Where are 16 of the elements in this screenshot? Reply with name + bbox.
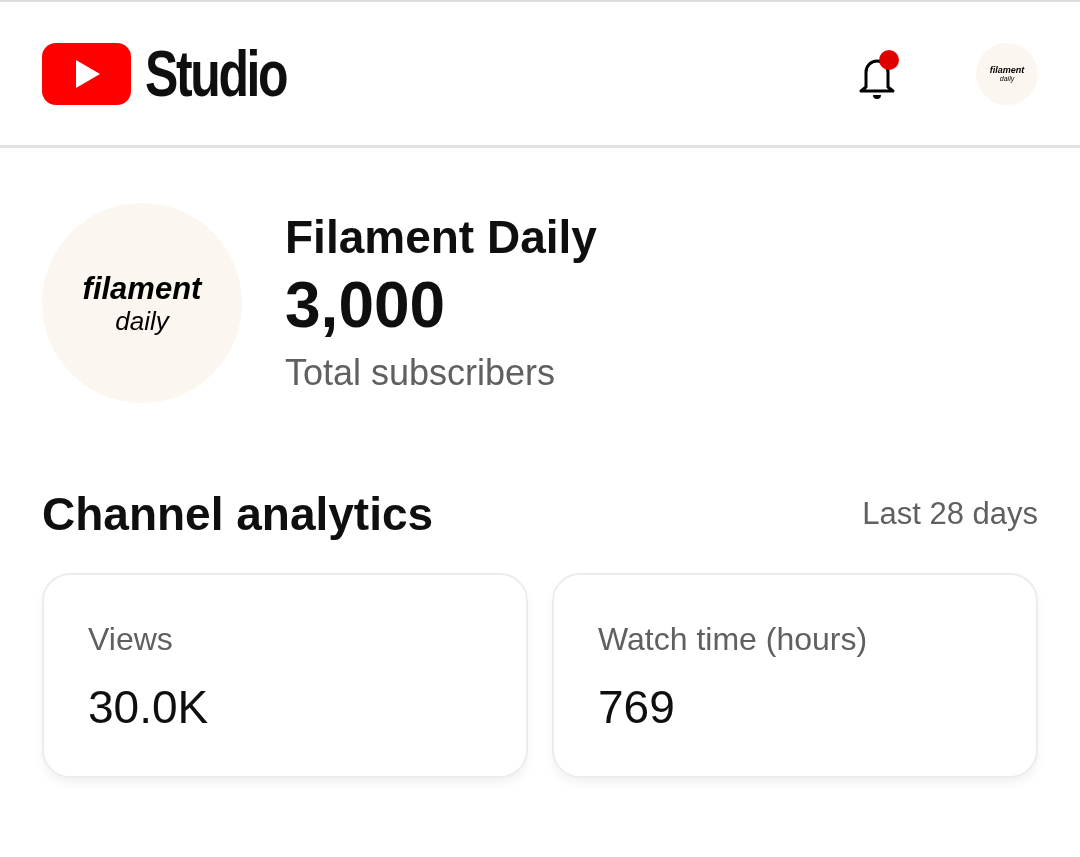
logo-text: Studio bbox=[145, 36, 287, 112]
section-title: Channel analytics bbox=[42, 487, 434, 542]
metric-card[interactable]: Views 30.0K bbox=[42, 573, 528, 778]
metric-value: 769 bbox=[598, 680, 675, 735]
metric-label: Views bbox=[88, 620, 173, 659]
metric-card[interactable]: Watch time (hours) 769 bbox=[552, 573, 1038, 778]
avatar-text: daily bbox=[115, 307, 169, 334]
date-range: Last 28 days bbox=[862, 495, 1038, 534]
subscriber-label: Total subscribers bbox=[285, 351, 557, 395]
subscriber-count: 3,000 bbox=[285, 268, 447, 343]
metric-value: 30.0K bbox=[88, 680, 209, 735]
avatar-text: filament bbox=[989, 65, 1025, 75]
play-logo-icon bbox=[42, 42, 131, 105]
channel-name: Filament Daily bbox=[285, 210, 597, 265]
metric-label: Watch time (hours) bbox=[598, 620, 868, 659]
avatar-text: filament bbox=[82, 272, 202, 304]
